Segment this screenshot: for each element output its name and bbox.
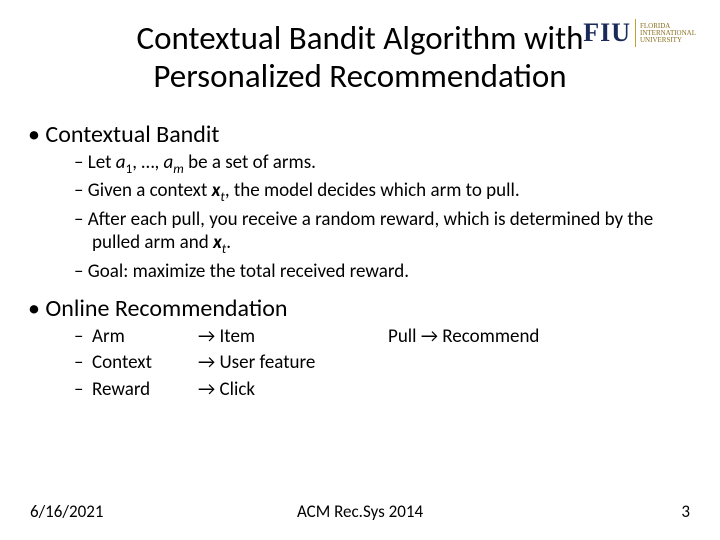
bullet-reward: After each pull, you receive a random re… [28, 208, 692, 258]
footer-date: 6/16/2021 [30, 501, 103, 522]
mapping-row-arm: – Arm → Item Pull → Recommend [28, 325, 692, 350]
bullet-arms: Let a1, …, am be a set of arms. [28, 151, 692, 177]
logo-fulltext: FLORIDA INTERNATIONAL UNIVERSITY [640, 23, 696, 44]
mapping-row-context: – Context → User feature [28, 351, 692, 376]
bullet-goal: Goal: maximize the total received reward… [28, 260, 692, 284]
mapping-row-reward: – Reward → Click [28, 378, 692, 403]
slide-footer: 6/16/2021 ACM Rec.Sys 2014 3 [0, 501, 720, 522]
logo-separator [635, 19, 636, 47]
fiu-logo: FIU FLORIDA INTERNATIONAL UNIVERSITY [583, 18, 696, 48]
bullet-context: Given a context xt, the model decides wh… [28, 179, 692, 205]
logo-abbr: FIU [583, 18, 631, 48]
slide-body: Contextual Bandit Let a1, …, am be a set… [0, 96, 720, 403]
section-heading-2: Online Recommendation [28, 294, 692, 323]
section-heading-1: Contextual Bandit [28, 120, 692, 149]
footer-page: 3 [681, 501, 690, 522]
footer-venue: ACM Rec.Sys 2014 [297, 501, 423, 522]
